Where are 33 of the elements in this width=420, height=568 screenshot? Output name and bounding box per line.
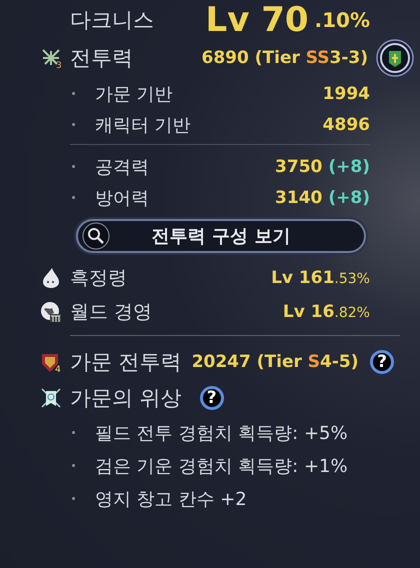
character-level: Lv 70 — [206, 0, 309, 40]
search-icon — [82, 222, 110, 250]
banner-icon — [40, 387, 62, 409]
bonus-text: 영지 창고 칸수 +2 — [95, 488, 247, 510]
globe-icon — [40, 301, 62, 323]
family-prestige-label: 가문의 위상 — [70, 385, 182, 412]
level-value: Lv 16.82% — [282, 302, 370, 322]
level-value: Lv 161.53% — [271, 268, 370, 288]
combat-power-value: 6890 (Tier SS3-3) — [202, 48, 368, 68]
help-button[interactable]: ? — [370, 350, 394, 374]
stat-bonus: (+8) — [328, 156, 370, 176]
stat-value: 1994 — [322, 84, 370, 104]
spirit-icon — [40, 267, 62, 289]
stat-label: 캐릭터 기반 — [95, 114, 191, 136]
stat-bonus: (+8) — [328, 188, 370, 208]
emblem-icon[interactable] — [376, 39, 414, 77]
character-name: 다크니스 — [70, 7, 154, 34]
bonus-text: 검은 기운 경험치 획득량: +1% — [95, 454, 348, 478]
stat-value: 4896 — [322, 114, 370, 134]
stat-label: 방어력 — [95, 186, 149, 210]
stat-label: 공격력 — [95, 156, 149, 178]
combat-power-label: 전투력 — [70, 45, 133, 72]
stat-label: 가문 기반 — [95, 82, 173, 106]
help-button[interactable]: ? — [200, 386, 224, 410]
breakdown-button[interactable]: 전투력 구성 보기 — [76, 219, 366, 253]
stat-label: 월드 경영 — [70, 300, 152, 325]
stat-value: 3140 — [275, 188, 322, 208]
family-power-label: 가문 전투력 — [70, 349, 182, 376]
stat-label: 흑정령 — [70, 266, 127, 291]
family-power-value: 20247 (Tier S4-5) — [192, 352, 359, 372]
bonus-text: 필드 전투 경험치 획득량: +5% — [95, 422, 348, 444]
level-percent: .10% — [314, 8, 370, 32]
stat-value: 3750 — [275, 156, 322, 176]
